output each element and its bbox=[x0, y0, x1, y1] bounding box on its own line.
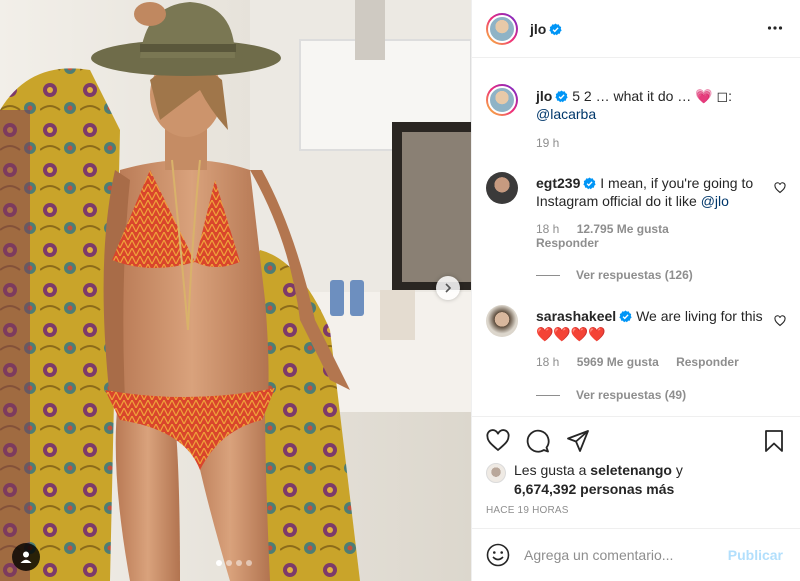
verified-badge-icon bbox=[619, 310, 632, 323]
chevron-right-icon bbox=[445, 283, 452, 293]
view-replies-button[interactable]: Ver respuestas (126) bbox=[536, 268, 693, 282]
post-header: jlo bbox=[472, 0, 800, 58]
commenter-avatar[interactable] bbox=[486, 172, 518, 204]
commenter-avatar[interactable] bbox=[486, 305, 518, 337]
comment-input[interactable] bbox=[524, 543, 720, 567]
more-options-icon[interactable] bbox=[767, 20, 783, 36]
verified-badge-icon bbox=[583, 177, 596, 190]
carousel-indicator bbox=[216, 560, 252, 566]
comment-like-count[interactable]: 5969 Me gusta bbox=[577, 355, 659, 369]
view-replies-button[interactable]: Ver respuestas (49) bbox=[536, 388, 686, 402]
post-side-panel: jlo jlo 5 2 … what it do … 💗 ◻: @lacarba… bbox=[471, 0, 800, 581]
comment-meta: 18 h 12.795 Me gusta Responder bbox=[536, 222, 669, 250]
commenter-username[interactable]: sarashakeel bbox=[536, 308, 616, 324]
like-comment-icon[interactable] bbox=[774, 182, 786, 194]
like-heart-icon[interactable] bbox=[486, 429, 510, 453]
comment-body: sarashakeel We are living for this ❤️❤️❤… bbox=[536, 307, 776, 343]
tagged-users-button[interactable] bbox=[12, 543, 40, 571]
caption-mention-link[interactable]: @lacarba bbox=[536, 106, 596, 122]
commenter-username[interactable]: egt239 bbox=[536, 175, 580, 191]
replies-divider bbox=[536, 394, 560, 396]
carousel-next-button[interactable] bbox=[436, 276, 460, 300]
save-bookmark-icon[interactable] bbox=[762, 429, 786, 453]
liker-username[interactable]: seletenango bbox=[590, 462, 672, 478]
comment-mention-link[interactable]: @jlo bbox=[701, 193, 729, 209]
share-send-icon[interactable] bbox=[566, 429, 590, 453]
comment-like-count[interactable]: 12.795 Me gusta bbox=[577, 222, 669, 236]
comment-item: sarashakeel We are living for this ❤️❤️❤… bbox=[486, 305, 786, 415]
carousel-dot bbox=[236, 560, 242, 566]
instagram-post: jlo jlo 5 2 … what it do … 💗 ◻: @lacarba… bbox=[0, 0, 800, 581]
action-bar bbox=[486, 429, 786, 455]
comment-body: egt239 I mean, if you're going to Instag… bbox=[536, 174, 776, 210]
author-avatar[interactable] bbox=[486, 12, 518, 45]
comment-reply-button[interactable]: Responder bbox=[676, 355, 739, 369]
view-replies-label: Ver respuestas (126) bbox=[576, 268, 693, 282]
post-media[interactable] bbox=[0, 0, 471, 581]
author-username[interactable]: jlo bbox=[530, 21, 546, 37]
post-photo bbox=[0, 0, 471, 581]
author-username-wrap: jlo bbox=[530, 21, 562, 37]
emoji-picker-icon[interactable] bbox=[486, 543, 510, 567]
replies-divider bbox=[536, 274, 560, 276]
caption-body: jlo 5 2 … what it do … 💗 ◻: @lacarba bbox=[536, 87, 776, 123]
verified-badge-icon bbox=[549, 22, 562, 35]
comment-reply-button[interactable]: Responder bbox=[536, 236, 599, 250]
post-caption: jlo 5 2 … what it do … 💗 ◻: @lacarba 19 … bbox=[486, 84, 786, 184]
verified-badge-icon bbox=[555, 90, 568, 103]
caption-age: 19 h bbox=[536, 136, 560, 150]
likes-text: Les gusta a seletenango y 6,674,392 pers… bbox=[514, 461, 784, 499]
carousel-dot bbox=[226, 560, 232, 566]
caption-text: 5 2 … what it do … 💗 ◻: bbox=[572, 88, 733, 104]
view-replies-label: Ver respuestas (49) bbox=[576, 388, 687, 402]
likes-count-link[interactable]: 6,674,392 personas más bbox=[514, 481, 674, 497]
comment-age: 18 h bbox=[536, 355, 560, 369]
caption-username[interactable]: jlo bbox=[536, 88, 552, 104]
carousel-dot bbox=[216, 560, 222, 566]
comment-item: egt239 I mean, if you're going to Instag… bbox=[486, 172, 786, 292]
carousel-dot bbox=[246, 560, 252, 566]
comment-composer: Publicar bbox=[472, 528, 800, 581]
post-timestamp[interactable]: HACE 19 HORAS bbox=[486, 505, 569, 516]
likes-connector: y bbox=[675, 462, 683, 478]
user-tag-icon bbox=[20, 551, 32, 563]
likes-prefix: Les gusta a bbox=[514, 462, 587, 478]
caption-author-avatar[interactable] bbox=[486, 84, 518, 116]
publish-button[interactable]: Publicar bbox=[728, 547, 783, 563]
comments-list[interactable]: jlo 5 2 … what it do … 💗 ◻: @lacarba 19 … bbox=[472, 58, 800, 416]
post-actions: Les gusta a seletenango y 6,674,392 pers… bbox=[472, 416, 800, 528]
comment-meta: 18 h 5969 Me gusta Responder bbox=[536, 355, 739, 369]
like-comment-icon[interactable] bbox=[774, 315, 786, 327]
liker-avatar[interactable] bbox=[486, 463, 506, 483]
comment-age: 18 h bbox=[536, 222, 560, 236]
comment-bubble-icon[interactable] bbox=[526, 429, 550, 453]
